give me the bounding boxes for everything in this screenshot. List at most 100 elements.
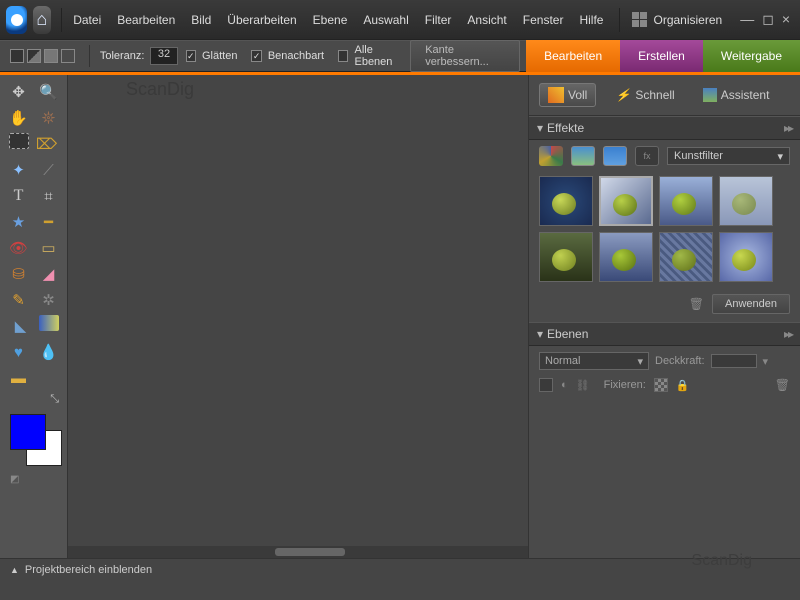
layers-list[interactable]: ScanDig <box>529 398 800 558</box>
eraser-tool[interactable]: ◢ <box>37 263 61 285</box>
styles-category-icon[interactable] <box>571 146 595 166</box>
quick-select-tool[interactable]: ⟋ <box>37 159 61 181</box>
effect-thumbnail[interactable] <box>539 232 593 282</box>
edit-mode-guided[interactable]: Assistent <box>694 83 779 107</box>
effect-thumbnail[interactable] <box>539 176 593 226</box>
menu-enhance[interactable]: Überarbeiten <box>219 0 304 40</box>
new-layer-icon[interactable] <box>539 378 553 392</box>
app-logo-icon <box>6 6 27 34</box>
dropdown-arrow-icon: ▾ <box>637 355 643 368</box>
organize-button[interactable]: Organisieren <box>611 8 730 32</box>
zoom-tool[interactable]: 🔍 <box>37 81 61 103</box>
clone-tool[interactable]: ⛁ <box>7 263 31 285</box>
effect-thumbnail[interactable] <box>599 176 653 226</box>
blur-tool[interactable]: 💧 <box>37 341 61 363</box>
mode-create-tab[interactable]: Erstellen <box>620 40 703 72</box>
minimize-button[interactable]: — <box>740 11 754 28</box>
quick-mode-icon: ⚡ <box>615 87 631 103</box>
layers-panel-header[interactable]: ▾ Ebenen ▸▸ <box>529 322 800 346</box>
gradient-tool[interactable] <box>39 315 59 331</box>
move-tool[interactable]: ✥ <box>7 81 31 103</box>
effect-category-icons: fx Kunstfilter▾ <box>529 140 800 172</box>
cookie-cutter-tool[interactable]: ★ <box>7 211 31 233</box>
panel-menu-icon[interactable]: ▸▸ <box>784 327 792 341</box>
effect-thumbnail[interactable] <box>659 176 713 226</box>
dropdown-arrow-icon[interactable]: ▾ <box>763 355 769 368</box>
effects-panel-header[interactable]: ▾ Effekte ▸▸ <box>529 116 800 140</box>
bucket-tool[interactable]: ◣ <box>9 315 33 337</box>
edit-mode-quick[interactable]: ⚡Schnell <box>606 83 683 107</box>
panel-menu-icon[interactable]: ▸▸ <box>784 121 792 135</box>
refine-edge-button[interactable]: Kante verbessern... <box>410 40 520 72</box>
contiguous-label: Benachbart <box>262 50 330 62</box>
type-tool[interactable]: T <box>7 185 31 207</box>
intersect-selection-icon[interactable] <box>61 49 75 63</box>
effect-thumbnail[interactable] <box>719 232 773 282</box>
menu-view[interactable]: Ansicht <box>459 0 514 40</box>
expand-project-icon[interactable]: ▲ <box>10 565 19 575</box>
healing-tool[interactable]: ▭ <box>37 237 61 259</box>
filters-category-icon[interactable] <box>539 146 563 166</box>
tolerance-input[interactable]: 32 <box>150 47 177 65</box>
default-colors-icon[interactable]: ◩ <box>4 474 63 485</box>
menu-edit[interactable]: Bearbeiten <box>109 0 183 40</box>
blend-mode-dropdown[interactable]: Normal▾ <box>539 352 649 370</box>
lasso-tool[interactable]: ⌦ <box>35 133 59 155</box>
antialias-checkbox[interactable]: ✓ <box>186 50 196 62</box>
redeye-tool[interactable]: 👁 <box>7 237 31 259</box>
all-category-icon[interactable]: fx <box>635 146 659 166</box>
edit-mode-full[interactable]: Voll <box>539 83 596 107</box>
link-layers-icon[interactable]: ⛓ <box>576 379 590 392</box>
filter-dropdown-label: Kunstfilter <box>674 150 723 162</box>
adjustment-layer-icon[interactable]: ◐ <box>561 379 568 391</box>
all-layers-checkbox[interactable] <box>338 50 348 62</box>
color-swatches[interactable] <box>10 414 62 466</box>
effect-thumbnail[interactable] <box>599 232 653 282</box>
mode-share-tab[interactable]: Weitergabe <box>703 40 800 72</box>
crop-tool[interactable]: ⌗ <box>37 185 61 207</box>
photo-effects-category-icon[interactable] <box>603 146 627 166</box>
eyedropper-tool[interactable]: 𖤓 <box>37 107 61 129</box>
subtract-selection-icon[interactable] <box>44 49 58 63</box>
menu-select[interactable]: Auswahl <box>355 0 416 40</box>
selection-mode-icons <box>0 49 85 63</box>
menu-file[interactable]: Datei <box>65 0 109 40</box>
menu-help[interactable]: Hilfe <box>571 0 611 40</box>
sponge-tool[interactable]: ▬ <box>7 367 31 389</box>
swap-colors-icon[interactable]: ⤡ <box>4 393 63 406</box>
effect-thumbnail[interactable] <box>719 176 773 226</box>
smart-brush-tool[interactable]: ✲ <box>37 289 61 311</box>
filter-dropdown[interactable]: Kunstfilter▾ <box>667 147 790 165</box>
canvas-area[interactable]: ScanDig <box>68 75 528 558</box>
pencil-tool[interactable]: ✎ <box>7 289 31 311</box>
delete-effect-icon[interactable]: 🗑 <box>689 297 704 311</box>
toolbox: ✥ 🔍 ✋ 𖤓 ⌦ ✦ ⟋ T ⌗ ★ ━ 👁 ▭ ⛁ ◢ ✎ ✲ ◣ ♥ 💧 ▬ ⤡ ◩ <box>0 75 68 558</box>
contiguous-checkbox[interactable]: ✓ <box>251 50 261 62</box>
opacity-slider[interactable] <box>711 354 757 368</box>
new-selection-icon[interactable] <box>10 49 24 63</box>
menu-layer[interactable]: Ebene <box>305 0 356 40</box>
full-mode-icon <box>548 87 564 103</box>
horizontal-scrollbar[interactable] <box>68 546 528 558</box>
close-button[interactable]: × <box>782 11 790 28</box>
menu-items: Datei Bearbeiten Bild Überarbeiten Ebene… <box>65 0 611 40</box>
foreground-swatch[interactable] <box>10 414 46 450</box>
project-bin-toggle[interactable]: Projektbereich einblenden <box>25 564 152 576</box>
apply-effect-button[interactable]: Anwenden <box>712 294 790 314</box>
maximize-button[interactable]: ◻ <box>762 11 774 28</box>
lock-all-icon[interactable]: 🔒 <box>676 379 690 392</box>
add-selection-icon[interactable] <box>27 49 41 63</box>
menu-filter[interactable]: Filter <box>417 0 460 40</box>
effect-thumbnail[interactable] <box>659 232 713 282</box>
mode-edit-tab[interactable]: Bearbeiten <box>526 40 620 72</box>
hand-tool[interactable]: ✋ <box>7 107 31 129</box>
lock-pixels-icon[interactable] <box>654 378 668 392</box>
magic-wand-tool[interactable]: ✦ <box>7 159 31 181</box>
menu-image[interactable]: Bild <box>183 0 219 40</box>
shape-tool[interactable]: ♥ <box>7 341 31 363</box>
delete-layer-icon[interactable]: 🗑 <box>775 378 790 392</box>
home-button[interactable]: ⌂ <box>33 6 51 34</box>
marquee-tool[interactable] <box>9 133 29 149</box>
menu-window[interactable]: Fenster <box>515 0 572 40</box>
straighten-tool[interactable]: ━ <box>37 211 61 233</box>
